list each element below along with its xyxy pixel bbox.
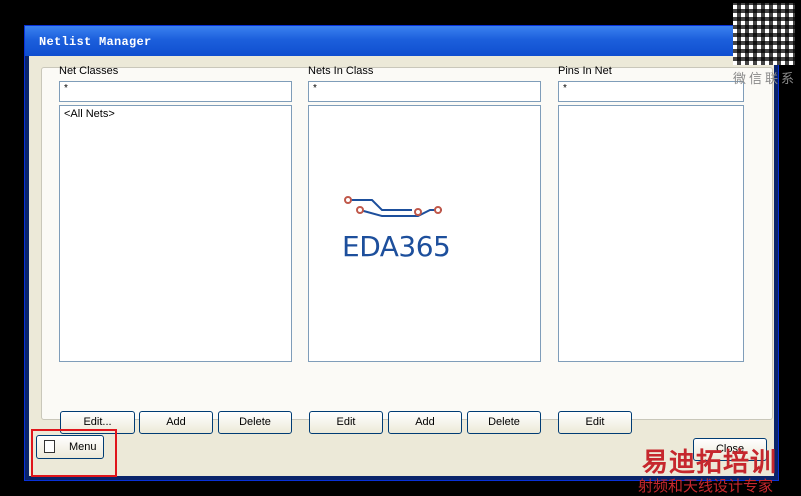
watermark-title: 易迪拓培训 — [642, 448, 778, 478]
nets-in-class-add-button[interactable]: Add — [388, 411, 462, 434]
net-classes-add-button[interactable]: Add — [139, 411, 213, 434]
nets-in-class-delete-button[interactable]: Delete — [467, 411, 541, 434]
nets-in-class-filter[interactable]: * — [308, 81, 541, 102]
circuit-trace-icon — [344, 196, 442, 217]
pins-in-net-list[interactable] — [558, 105, 744, 362]
net-classes-filter[interactable]: * — [59, 81, 292, 102]
net-classes-delete-button[interactable]: Delete — [218, 411, 292, 434]
nets-in-class-label: Nets In Class — [308, 65, 374, 77]
watermark-subtitle: 射频和天线设计专家 — [638, 477, 774, 495]
net-classes-list[interactable]: <All Nets> — [59, 105, 292, 362]
net-classes-label: Net Classes — [59, 65, 119, 77]
list-item[interactable]: <All Nets> — [64, 108, 287, 120]
pins-in-net-label: Pins In Net — [558, 65, 612, 77]
menu-highlight-box — [31, 429, 117, 477]
qr-caption: 微信联系 — [733, 71, 798, 86]
window-title: Netlist Manager — [39, 35, 152, 49]
desktop: { "window": { "title": "Netlist Manager"… — [0, 0, 801, 496]
net-panels-group: Net Classes * <All Nets> Edit... Add Del… — [41, 65, 773, 434]
eda365-logo-text: EDA365 — [342, 230, 451, 263]
netlist-manager-window: Netlist Manager ? ✕ Net Classes * <All N… — [24, 25, 779, 481]
title-bar[interactable]: Netlist Manager ? ✕ — [25, 26, 778, 56]
qr-code-icon — [733, 3, 795, 65]
nets-in-class-edit-button[interactable]: Edit — [309, 411, 383, 434]
pins-in-net-filter[interactable]: * — [558, 81, 744, 102]
pins-in-net-edit-button[interactable]: Edit — [558, 411, 632, 434]
dialog-client-area: Net Classes * <All Nets> Edit... Add Del… — [29, 56, 774, 476]
eda365-logo: EDA365 — [342, 188, 462, 268]
